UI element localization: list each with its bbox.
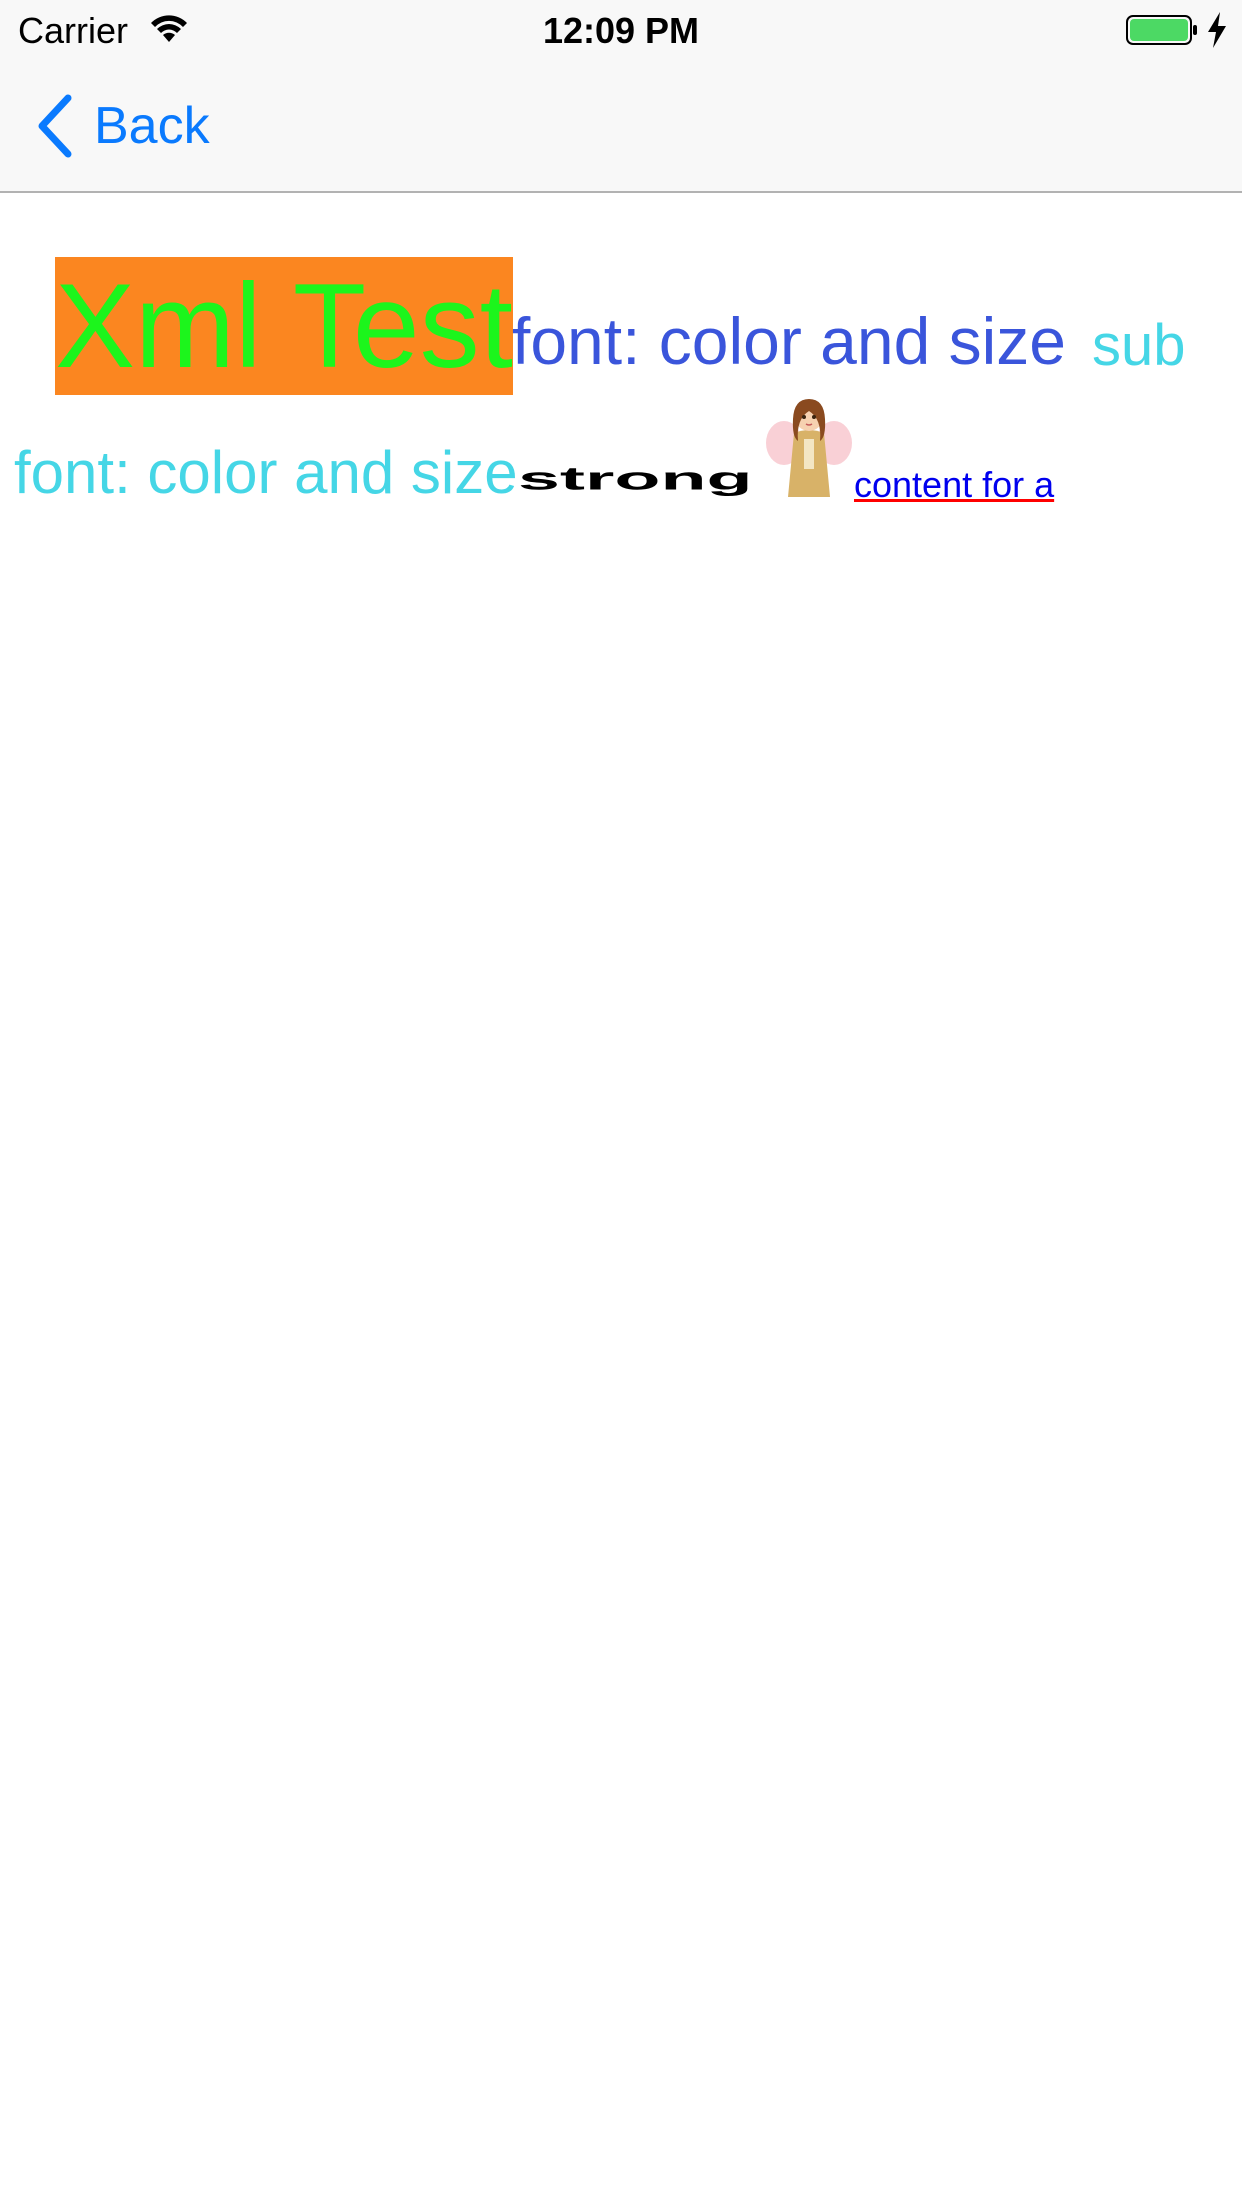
sub-text: sub <box>1092 313 1186 378</box>
chevron-left-icon <box>38 94 72 158</box>
status-bar: Carrier 12:09 PM <box>0 0 1242 60</box>
content-link[interactable]: content for a <box>854 465 1054 505</box>
xml-test-heading: Xml Test <box>55 257 513 395</box>
font-color-size-cyan-text: font: color and size <box>14 439 518 506</box>
clock: 12:09 PM <box>542 10 700 51</box>
xml-rendered-content: Xml Test font: color and size sub font: … <box>0 193 1242 2208</box>
angel-girl-image <box>766 399 852 497</box>
navigation-bar: Back <box>0 60 1242 193</box>
font-color-size-blue-text: font: color and size <box>512 304 1066 378</box>
back-button[interactable]: Back <box>34 94 210 158</box>
strong-text: strong <box>518 461 753 498</box>
charging-bolt-icon <box>1208 12 1226 48</box>
back-button-label: Back <box>94 97 210 155</box>
battery-icon <box>1126 15 1197 45</box>
